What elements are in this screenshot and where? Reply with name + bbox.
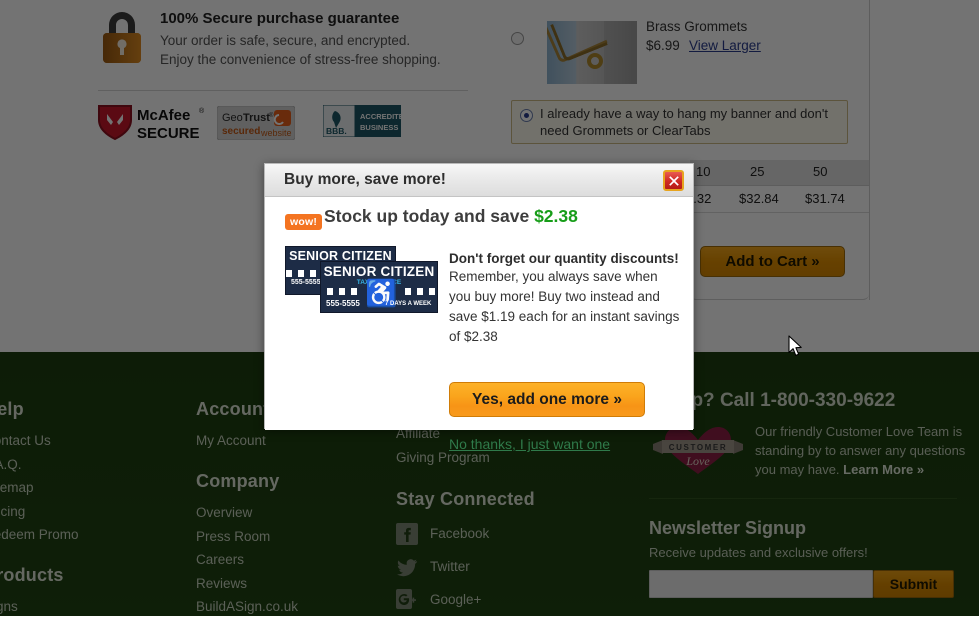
banner-back-title: SENIOR CITIZEN [289,249,392,263]
mouse-cursor [788,335,804,363]
wow-badge: wow! [285,214,323,230]
modal-headline: Stock up today and save $2.38 [324,206,578,227]
buy-more-save-more-modal: Buy more, save more! wow! Stock up today… [264,163,694,452]
modal-copy-heading: Don't forget our quantity discounts! [449,251,679,266]
banner-front-phone: 555-5555 [326,299,360,308]
yes-add-one-more-button[interactable]: Yes, add one more » [449,382,645,417]
banner-front-title: SENIOR CITIZEN [323,264,435,279]
modal-titlebar: Buy more, save more! [265,164,693,197]
no-thanks-link[interactable]: No thanks, I just want one [449,436,610,452]
close-x-icon[interactable] [663,170,684,191]
modal-headline-text: Stock up today and save [324,206,530,226]
modal-headline-amount: $2.38 [534,206,578,226]
modal-copy-body: Remember, you always save when you buy m… [449,269,680,344]
banner-front-days: 7 DAYS A WEEK [385,301,432,307]
banner-back-phone: 555-5555 [291,279,321,286]
senior-citizen-taxi-banner-thumbnail: SENIOR CITIZEN TAXI SERVICE 555-5555 SEN… [286,247,437,312]
banner-thumbnail-front: SENIOR CITIZEN TAXI SERVICE ♿ 555-5555 7… [321,262,437,312]
modal-body: wow! Stock up today and save $2.38 SENIO… [265,197,693,452]
modal-title: Buy more, save more! [284,171,446,188]
